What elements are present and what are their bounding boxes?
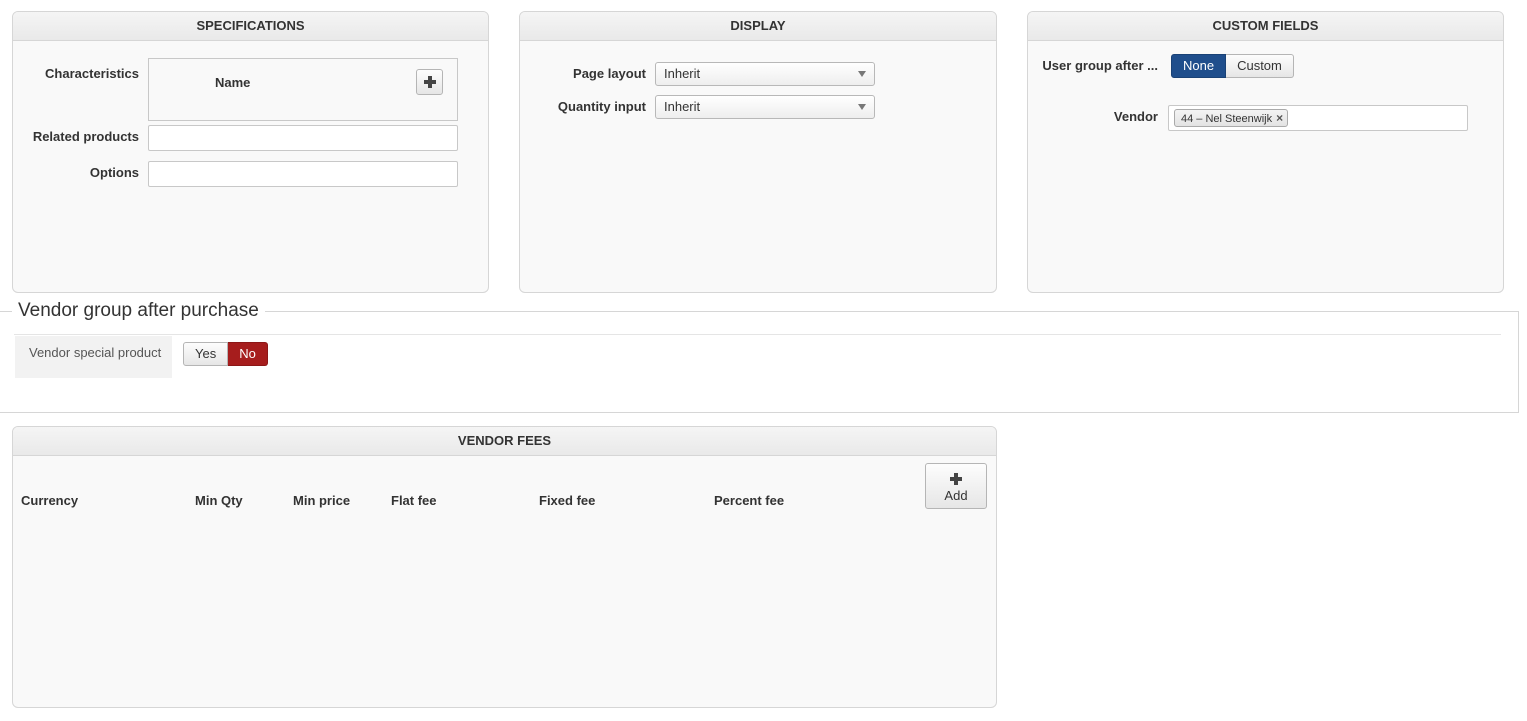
plus-icon — [423, 76, 436, 88]
display-title: DISPLAY — [520, 12, 996, 41]
user-group-none-button[interactable]: None — [1171, 54, 1227, 78]
vendor-special-product-label: Vendor special product — [15, 336, 172, 378]
page-layout-value: Inherit — [664, 66, 701, 81]
vendor-chip-label: 44 – Nel Steenwijk — [1181, 113, 1273, 125]
legend-divider — [14, 334, 1501, 335]
related-products-label: Related products — [32, 129, 139, 144]
column-header-min-qty: Min Qty — [195, 493, 243, 508]
column-header-currency: Currency — [21, 493, 79, 508]
page-layout-label: Page layout — [573, 66, 646, 81]
custom-fields-title: CUSTOM FIELDS — [1028, 12, 1503, 41]
close-icon[interactable]: × — [1276, 110, 1283, 126]
specifications-panel: SPECIFICATIONS Characteristics Name Rela… — [12, 11, 489, 293]
characteristics-name-header: Name — [215, 75, 251, 90]
vendor-group-legend: Vendor group after purchase — [12, 300, 265, 322]
page-layout-select[interactable]: Inherit — [655, 62, 875, 86]
chevron-down-icon — [858, 104, 866, 110]
custom-fields-panel: CUSTOM FIELDS User group after ... None … — [1027, 11, 1504, 293]
characteristics-box: Name — [148, 58, 458, 121]
options-input[interactable] — [148, 161, 458, 187]
user-group-toggle: None Custom — [1171, 54, 1294, 78]
related-products-input[interactable] — [148, 125, 458, 151]
quantity-input-select[interactable]: Inherit — [655, 95, 875, 119]
quantity-input-value: Inherit — [664, 99, 701, 114]
vendor-input[interactable]: 44 – Nel Steenwijk × — [1168, 105, 1468, 131]
vendor-fees-title: VENDOR FEES — [13, 427, 996, 456]
user-group-label: User group after ... — [1042, 58, 1158, 73]
vendor-label: Vendor — [1113, 109, 1158, 124]
column-header-fixed-fee: Fixed fee — [539, 493, 596, 508]
vendor-special-no-button[interactable]: No — [228, 342, 268, 366]
plus-icon — [950, 473, 962, 485]
vendor-chip: 44 – Nel Steenwijk × — [1174, 109, 1289, 127]
column-header-flat-fee: Flat fee — [391, 493, 437, 508]
options-label: Options — [89, 165, 139, 180]
vendor-special-product-toggle: Yes No — [183, 342, 268, 366]
quantity-input-label: Quantity input — [557, 99, 646, 114]
column-header-percent-fee: Percent fee — [714, 493, 785, 508]
column-header-min-price: Min price — [293, 493, 351, 508]
add-button-label: Add — [944, 488, 968, 503]
chevron-down-icon — [858, 71, 866, 77]
vendor-fees-panel: VENDOR FEES Currency Min Qty Min price F… — [12, 426, 997, 708]
vendor-special-yes-button[interactable]: Yes — [183, 342, 229, 366]
add-characteristic-button[interactable] — [416, 69, 443, 95]
user-group-custom-button[interactable]: Custom — [1226, 54, 1294, 78]
add-vendor-fee-button[interactable]: Add — [925, 463, 987, 509]
specifications-title: SPECIFICATIONS — [13, 12, 488, 41]
display-panel: DISPLAY Page layout Inherit Quantity inp… — [519, 11, 997, 293]
characteristics-label: Characteristics — [45, 66, 139, 81]
